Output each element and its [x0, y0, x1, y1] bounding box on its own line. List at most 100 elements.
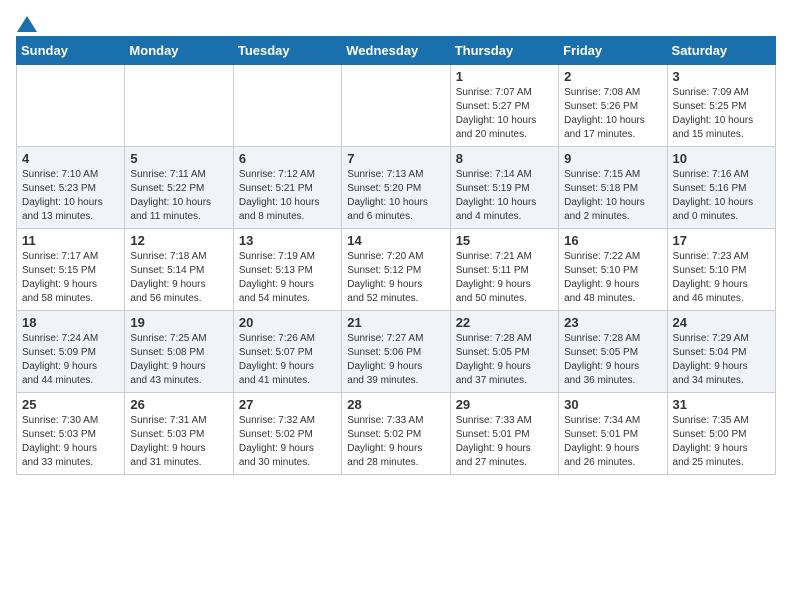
day-info: Sunrise: 7:11 AMSunset: 5:22 PMDaylight:…	[130, 168, 227, 224]
calendar-cell: 2 Sunrise: 7:08 AMSunset: 5:26 PMDaylight…	[559, 65, 667, 147]
calendar-cell	[342, 65, 450, 147]
day-info: Sunrise: 7:26 AMSunset: 5:07 PMDaylight:…	[239, 332, 336, 388]
day-info: Sunrise: 7:14 AMSunset: 5:19 PMDaylight:…	[456, 168, 553, 224]
calendar-cell: 23Sunrise: 7:28 AMSunset: 5:05 PMDayligh…	[559, 311, 667, 393]
day-info: Sunrise: 7:22 AMSunset: 5:10 PMDaylight:…	[564, 250, 661, 306]
day-info: Sunrise: 7:24 AMSunset: 5:09 PMDaylight:…	[22, 332, 119, 388]
calendar-cell: 8 Sunrise: 7:14 AMSunset: 5:19 PMDaylight…	[450, 147, 558, 229]
calendar-cell: 29 Sunrise: 7:33 AMSunset: 5:01 PMDayligh…	[450, 393, 558, 475]
day-number: 18	[22, 315, 119, 330]
day-info: Sunrise: 7:28 AMSunset: 5:05 PMDaylight:…	[564, 332, 661, 388]
day-number: 1	[456, 69, 553, 84]
day-number: 28	[347, 397, 444, 412]
day-info: Sunrise: 7:23 AMSunset: 5:10 PMDaylight:…	[673, 250, 770, 306]
calendar-cell: 31 Sunrise: 7:35 AMSunset: 5:00 PMDayligh…	[667, 393, 775, 475]
day-info: Sunrise: 7:08 AMSunset: 5:26 PMDaylight:…	[564, 86, 661, 142]
day-number: 2	[564, 69, 661, 84]
weekday-header-tuesday: Tuesday	[233, 37, 341, 65]
calendar-cell: 5Sunrise: 7:11 AMSunset: 5:22 PMDaylight…	[125, 147, 233, 229]
logo-icon	[17, 16, 37, 32]
calendar-cell: 7 Sunrise: 7:13 AMSunset: 5:20 PMDaylight…	[342, 147, 450, 229]
calendar-week-1: 1 Sunrise: 7:07 AMSunset: 5:27 PMDaylight…	[17, 65, 776, 147]
day-info: Sunrise: 7:20 AMSunset: 5:12 PMDaylight:…	[347, 250, 444, 306]
weekday-header-sunday: Sunday	[17, 37, 125, 65]
day-number: 4	[22, 151, 119, 166]
day-info: Sunrise: 7:07 AMSunset: 5:27 PMDaylight:…	[456, 86, 553, 142]
day-number: 10	[673, 151, 770, 166]
day-number: 6	[239, 151, 336, 166]
day-info: Sunrise: 7:33 AMSunset: 5:01 PMDaylight:…	[456, 414, 553, 470]
calendar-cell	[125, 65, 233, 147]
calendar-cell: 20 Sunrise: 7:26 AMSunset: 5:07 PMDayligh…	[233, 311, 341, 393]
day-info: Sunrise: 7:31 AMSunset: 5:03 PMDaylight:…	[130, 414, 227, 470]
day-info: Sunrise: 7:10 AMSunset: 5:23 PMDaylight:…	[22, 168, 119, 224]
calendar-week-3: 11 Sunrise: 7:17 AMSunset: 5:15 PMDayligh…	[17, 229, 776, 311]
day-number: 17	[673, 233, 770, 248]
day-number: 15	[456, 233, 553, 248]
day-info: Sunrise: 7:30 AMSunset: 5:03 PMDaylight:…	[22, 414, 119, 470]
calendar-cell	[17, 65, 125, 147]
weekday-header-friday: Friday	[559, 37, 667, 65]
calendar-cell: 3Sunrise: 7:09 AMSunset: 5:25 PMDaylight…	[667, 65, 775, 147]
day-info: Sunrise: 7:27 AMSunset: 5:06 PMDaylight:…	[347, 332, 444, 388]
weekday-header-saturday: Saturday	[667, 37, 775, 65]
day-number: 13	[239, 233, 336, 248]
day-number: 31	[673, 397, 770, 412]
day-number: 8	[456, 151, 553, 166]
day-info: Sunrise: 7:19 AMSunset: 5:13 PMDaylight:…	[239, 250, 336, 306]
calendar-cell: 21 Sunrise: 7:27 AMSunset: 5:06 PMDayligh…	[342, 311, 450, 393]
calendar-cell: 1 Sunrise: 7:07 AMSunset: 5:27 PMDaylight…	[450, 65, 558, 147]
day-number: 19	[130, 315, 227, 330]
calendar-cell: 15 Sunrise: 7:21 AMSunset: 5:11 PMDayligh…	[450, 229, 558, 311]
calendar-cell: 17 Sunrise: 7:23 AMSunset: 5:10 PMDayligh…	[667, 229, 775, 311]
calendar-cell: 24Sunrise: 7:29 AMSunset: 5:04 PMDayligh…	[667, 311, 775, 393]
calendar-cell: 12 Sunrise: 7:18 AMSunset: 5:14 PMDayligh…	[125, 229, 233, 311]
day-number: 7	[347, 151, 444, 166]
weekday-header-monday: Monday	[125, 37, 233, 65]
day-number: 22	[456, 315, 553, 330]
calendar-cell: 9 Sunrise: 7:15 AMSunset: 5:18 PMDaylight…	[559, 147, 667, 229]
calendar-table: SundayMondayTuesdayWednesdayThursdayFrid…	[16, 36, 776, 475]
weekday-header-row: SundayMondayTuesdayWednesdayThursdayFrid…	[17, 37, 776, 65]
calendar-cell: 26 Sunrise: 7:31 AMSunset: 5:03 PMDayligh…	[125, 393, 233, 475]
day-number: 21	[347, 315, 444, 330]
calendar-cell: 19 Sunrise: 7:25 AMSunset: 5:08 PMDayligh…	[125, 311, 233, 393]
calendar-cell: 18 Sunrise: 7:24 AMSunset: 5:09 PMDayligh…	[17, 311, 125, 393]
day-info: Sunrise: 7:18 AMSunset: 5:14 PMDaylight:…	[130, 250, 227, 306]
calendar-cell: 11 Sunrise: 7:17 AMSunset: 5:15 PMDayligh…	[17, 229, 125, 311]
weekday-header-wednesday: Wednesday	[342, 37, 450, 65]
day-info: Sunrise: 7:15 AMSunset: 5:18 PMDaylight:…	[564, 168, 661, 224]
day-number: 30	[564, 397, 661, 412]
day-info: Sunrise: 7:35 AMSunset: 5:00 PMDaylight:…	[673, 414, 770, 470]
day-info: Sunrise: 7:25 AMSunset: 5:08 PMDaylight:…	[130, 332, 227, 388]
calendar-cell: 6 Sunrise: 7:12 AMSunset: 5:21 PMDaylight…	[233, 147, 341, 229]
day-number: 27	[239, 397, 336, 412]
day-number: 11	[22, 233, 119, 248]
day-number: 9	[564, 151, 661, 166]
day-number: 26	[130, 397, 227, 412]
day-info: Sunrise: 7:21 AMSunset: 5:11 PMDaylight:…	[456, 250, 553, 306]
day-number: 16	[564, 233, 661, 248]
day-number: 14	[347, 233, 444, 248]
calendar-cell: 22Sunrise: 7:28 AMSunset: 5:05 PMDayligh…	[450, 311, 558, 393]
day-number: 12	[130, 233, 227, 248]
day-info: Sunrise: 7:13 AMSunset: 5:20 PMDaylight:…	[347, 168, 444, 224]
day-info: Sunrise: 7:33 AMSunset: 5:02 PMDaylight:…	[347, 414, 444, 470]
day-info: Sunrise: 7:09 AMSunset: 5:25 PMDaylight:…	[673, 86, 770, 142]
day-number: 29	[456, 397, 553, 412]
calendar-cell: 28 Sunrise: 7:33 AMSunset: 5:02 PMDayligh…	[342, 393, 450, 475]
calendar-cell: 27Sunrise: 7:32 AMSunset: 5:02 PMDayligh…	[233, 393, 341, 475]
day-info: Sunrise: 7:17 AMSunset: 5:15 PMDaylight:…	[22, 250, 119, 306]
day-number: 20	[239, 315, 336, 330]
day-info: Sunrise: 7:29 AMSunset: 5:04 PMDaylight:…	[673, 332, 770, 388]
calendar-cell: 30 Sunrise: 7:34 AMSunset: 5:01 PMDayligh…	[559, 393, 667, 475]
day-info: Sunrise: 7:12 AMSunset: 5:21 PMDaylight:…	[239, 168, 336, 224]
calendar-cell: 13 Sunrise: 7:19 AMSunset: 5:13 PMDayligh…	[233, 229, 341, 311]
day-number: 25	[22, 397, 119, 412]
day-info: Sunrise: 7:34 AMSunset: 5:01 PMDaylight:…	[564, 414, 661, 470]
calendar-cell	[233, 65, 341, 147]
page-header	[16, 16, 776, 28]
calendar-cell: 16 Sunrise: 7:22 AMSunset: 5:10 PMDayligh…	[559, 229, 667, 311]
weekday-header-thursday: Thursday	[450, 37, 558, 65]
calendar-cell: 14 Sunrise: 7:20 AMSunset: 5:12 PMDayligh…	[342, 229, 450, 311]
